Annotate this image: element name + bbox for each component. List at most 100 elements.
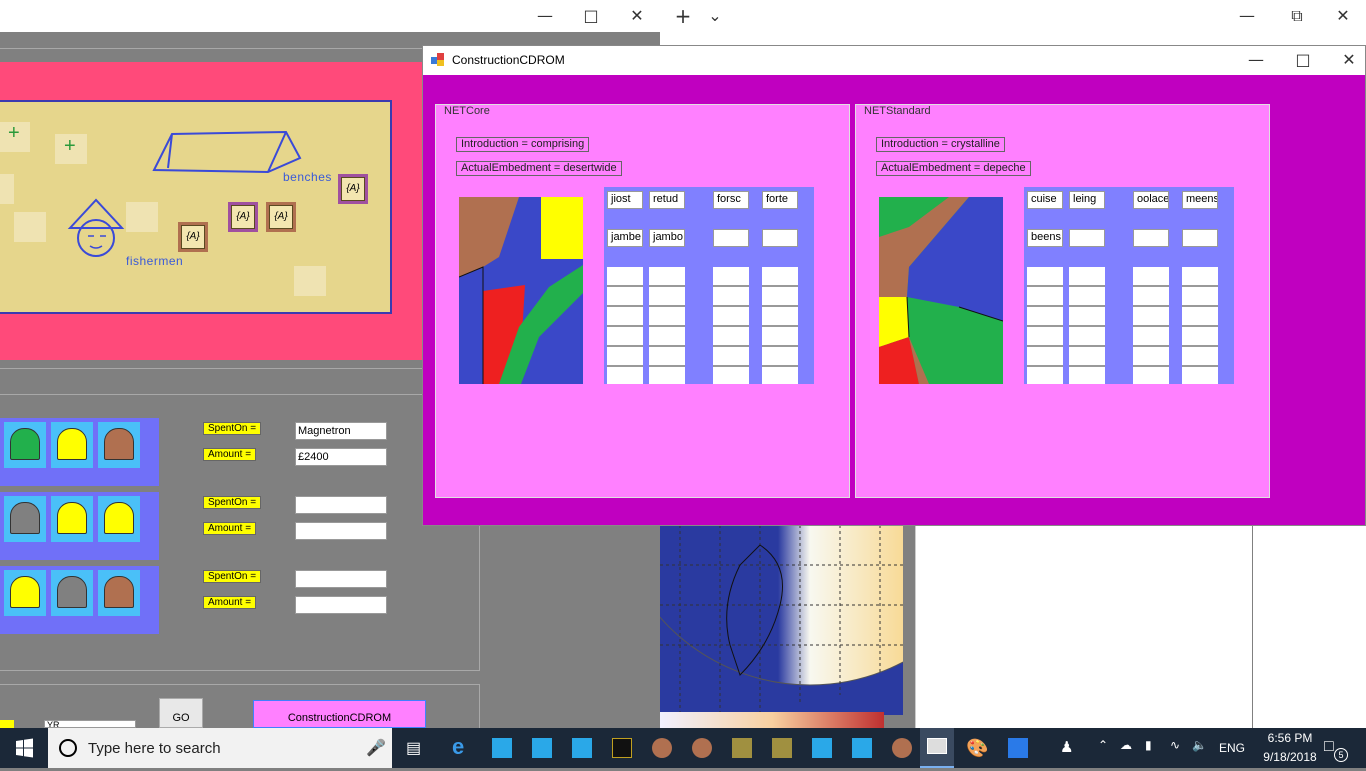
grid-cell[interactable]: jambe	[607, 229, 643, 247]
grid-cell[interactable]: oolace	[1133, 191, 1169, 209]
hat-icon[interactable]	[98, 496, 140, 542]
app-icon[interactable]	[492, 738, 512, 758]
close-icon[interactable]: ✕	[614, 0, 660, 32]
clock-date[interactable]: 9/18/2018	[1256, 750, 1324, 764]
clock-time[interactable]: 6:56 PM	[1260, 731, 1320, 745]
browser-side-pane	[1253, 525, 1366, 728]
close-icon[interactable]: ✕	[1326, 44, 1366, 76]
edge-icon[interactable]: e	[452, 736, 472, 758]
hat-icon[interactable]	[98, 422, 140, 468]
embedment-image[interactable]	[879, 197, 1003, 384]
grid-cell[interactable]: beens	[1027, 229, 1063, 247]
map-tag[interactable]: {A}	[338, 174, 368, 204]
volume-icon[interactable]: 🔈	[1192, 738, 1207, 752]
maximize-icon[interactable]: □	[1280, 44, 1326, 76]
grid-cell[interactable]: jiost	[607, 191, 643, 209]
grid-cell[interactable]: cuise	[1027, 191, 1063, 209]
paint-icon[interactable]: 🎨	[966, 738, 988, 758]
search-box[interactable]: Type here to search 🎤	[48, 728, 392, 768]
minimize-icon[interactable]: —	[1233, 44, 1279, 76]
app-icon[interactable]	[732, 738, 752, 758]
amount-label: Amount =	[203, 448, 257, 461]
close-icon[interactable]: ✕	[1320, 0, 1366, 32]
chevron-up-icon[interactable]: ⌃	[1098, 738, 1108, 752]
grid-cell[interactable]: jambo	[649, 229, 685, 247]
grid-cell[interactable]	[1182, 229, 1218, 247]
netcore-group: NETCore Introduction = comprising Actual…	[435, 104, 850, 498]
grid-cell[interactable]: forte	[762, 191, 798, 209]
people-icon[interactable]: ♟	[1060, 738, 1073, 756]
app-icon[interactable]	[772, 738, 792, 758]
map-tag[interactable]: {A}	[228, 202, 258, 232]
fisherman-drawing	[67, 198, 125, 257]
grid-cell[interactable]: retud	[649, 191, 685, 209]
grid-column[interactable]	[762, 267, 798, 384]
search-placeholder: Type here to search	[88, 740, 221, 757]
hat-icon[interactable]	[51, 496, 93, 542]
hat-icon[interactable]	[4, 496, 46, 542]
map-tag[interactable]: {A}	[266, 202, 296, 232]
spent-on-input[interactable]	[295, 496, 387, 514]
chevron-down-icon[interactable]: ⌄	[692, 0, 738, 32]
minimize-icon[interactable]: —	[1224, 0, 1270, 32]
app-icon[interactable]	[612, 738, 632, 758]
grid-cell[interactable]: leing	[1069, 191, 1105, 209]
notification-icon[interactable]: □	[1324, 738, 1334, 756]
app-icon[interactable]	[1008, 738, 1028, 758]
grid-column[interactable]	[649, 267, 685, 384]
minimize-icon[interactable]: —	[522, 0, 568, 32]
map-tag[interactable]: {A}	[178, 222, 208, 252]
go-button[interactable]: GO	[159, 698, 203, 728]
maximize-icon[interactable]: □	[568, 0, 614, 32]
hat-icon[interactable]	[4, 422, 46, 468]
hat-icon[interactable]	[51, 422, 93, 468]
spent-on-label: SpentOn =	[203, 496, 262, 509]
app-icon[interactable]	[812, 738, 832, 758]
map-canvas[interactable]: + + benches fishermen {A} {A} {A} {A}	[0, 100, 392, 314]
grid-column[interactable]	[1069, 267, 1105, 384]
embedment-grid: jiost retud forsc forte jambe jambo	[604, 187, 814, 384]
grid-cell[interactable]	[1133, 229, 1169, 247]
grid-cell[interactable]: forsc	[713, 191, 749, 209]
grid-cell[interactable]: meens	[1182, 191, 1218, 209]
hat-icon[interactable]	[4, 570, 46, 616]
grid-column[interactable]	[1133, 267, 1169, 384]
cloud-icon[interactable]: ☁	[1120, 738, 1132, 752]
amount-input[interactable]	[295, 596, 387, 614]
wifi-icon[interactable]: ∿	[1170, 738, 1180, 752]
amount-input[interactable]: £2400	[295, 448, 387, 466]
grid-column[interactable]	[713, 267, 749, 384]
group-label: NETCore	[444, 105, 490, 117]
grid-column[interactable]	[1027, 267, 1063, 384]
hat-icon[interactable]	[98, 570, 140, 616]
active-app-slot[interactable]	[920, 728, 954, 768]
grid-cell[interactable]	[762, 229, 798, 247]
grid-cell[interactable]	[713, 229, 749, 247]
hat-icon[interactable]	[51, 570, 93, 616]
app-icon[interactable]	[852, 738, 872, 758]
grid-cell[interactable]	[1069, 229, 1105, 247]
restore-icon[interactable]: ⧉	[1274, 0, 1320, 32]
app-icon[interactable]	[892, 738, 912, 758]
partial-input[interactable]: YR	[44, 720, 136, 728]
construction-cdrom-button[interactable]: ConstructionCDROM	[253, 700, 426, 728]
grid-column[interactable]	[607, 267, 643, 384]
background-title-bar: — □ ✕	[0, 0, 660, 32]
app-icon[interactable]	[532, 738, 552, 758]
app-icon[interactable]	[572, 738, 592, 758]
app-icon[interactable]	[692, 738, 712, 758]
grid-column[interactable]	[1182, 267, 1218, 384]
task-view-icon[interactable]: ▤	[406, 738, 426, 758]
hat-row-3	[0, 566, 159, 634]
amount-label: Amount =	[203, 522, 257, 535]
map-cell: +	[55, 134, 87, 164]
language-indicator[interactable]: ENG	[1219, 741, 1245, 755]
app-icon[interactable]	[652, 738, 672, 758]
spent-on-input[interactable]: Magnetron	[295, 422, 387, 440]
start-button[interactable]	[0, 728, 48, 768]
embedment-image[interactable]	[459, 197, 583, 384]
microphone-icon[interactable]: 🎤	[366, 738, 386, 758]
battery-icon[interactable]: ▮	[1145, 738, 1152, 752]
amount-input[interactable]	[295, 522, 387, 540]
spent-on-input[interactable]	[295, 570, 387, 588]
